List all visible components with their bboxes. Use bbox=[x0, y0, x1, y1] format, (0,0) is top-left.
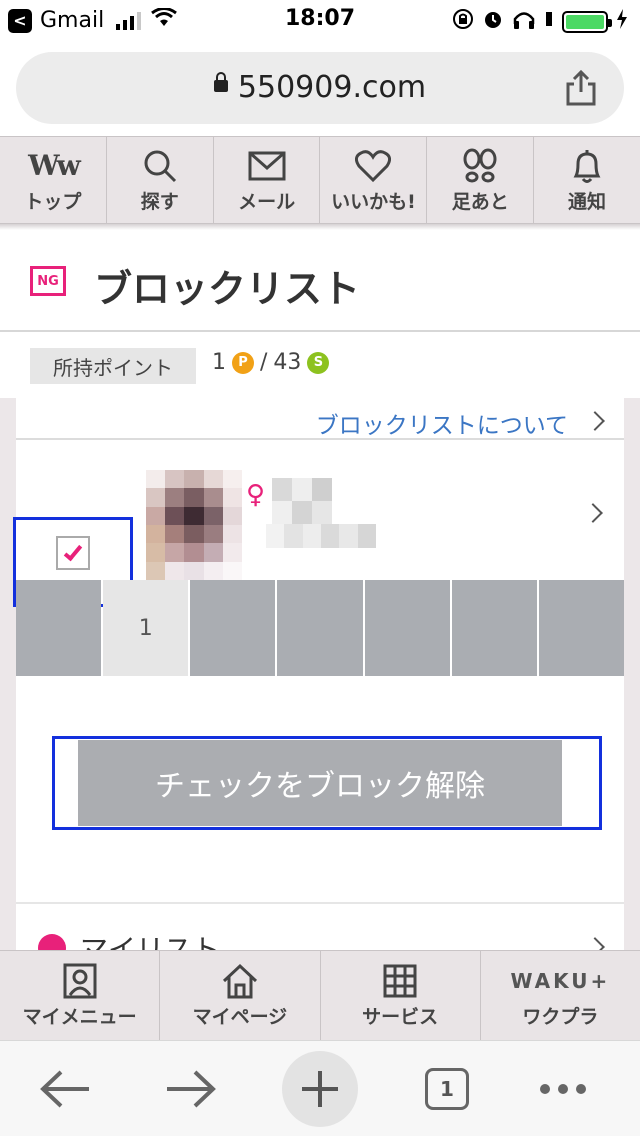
about-block-list-row[interactable]: ブロックリストについて bbox=[16, 400, 624, 440]
lightning-icon bbox=[616, 9, 628, 34]
tab-count: 1 bbox=[425, 1068, 469, 1110]
pager-cell-current[interactable]: 1 bbox=[103, 580, 189, 676]
bell-icon bbox=[571, 147, 603, 185]
pager-cell[interactable] bbox=[16, 580, 102, 676]
battery-icon bbox=[562, 10, 612, 33]
nav-wakupura[interactable]: WAKU+ ワクプラ bbox=[481, 951, 640, 1040]
page-header: NG ブロックリスト bbox=[0, 230, 640, 332]
nav-notifications[interactable]: 通知 bbox=[534, 137, 640, 223]
headphones-icon bbox=[512, 8, 536, 35]
top-nav: Ww トップ 探す メール いいかも! 足あと 通知 bbox=[0, 136, 640, 224]
user-info-blurred bbox=[266, 524, 376, 548]
pager-cell[interactable] bbox=[451, 580, 537, 676]
nav-footprints[interactable]: 足あと bbox=[427, 137, 535, 223]
pager-cell[interactable] bbox=[190, 580, 276, 676]
nav-top-label: トップ bbox=[24, 190, 82, 213]
site-bottom-nav: マイメニュー マイページ サービス WAKU+ ワクプラ bbox=[0, 950, 640, 1040]
heart-icon bbox=[355, 147, 392, 185]
lock-icon bbox=[213, 71, 228, 92]
search-icon bbox=[142, 147, 178, 185]
arrow-right-icon bbox=[167, 1070, 216, 1108]
s-points-value: 43 bbox=[273, 350, 302, 375]
browser-forward-button[interactable] bbox=[146, 1041, 236, 1137]
chevron-right-icon bbox=[585, 411, 605, 431]
person-card-icon bbox=[63, 962, 97, 1000]
rotation-lock-icon bbox=[452, 8, 474, 35]
plus-icon bbox=[282, 1051, 358, 1127]
female-icon: ♀ bbox=[246, 480, 266, 510]
button-highlight-box bbox=[52, 736, 602, 830]
mylist-dot-icon bbox=[38, 934, 66, 950]
browser-toolbar: 1 bbox=[0, 1040, 640, 1136]
url-bar[interactable]: 550909.com bbox=[16, 52, 624, 124]
user-avatar bbox=[146, 470, 242, 580]
about-block-list-link[interactable]: ブロックリストについて bbox=[316, 406, 568, 440]
more-icon bbox=[540, 1084, 586, 1094]
footprints-icon bbox=[462, 147, 498, 185]
nav-my-menu-label: マイメニュー bbox=[22, 1006, 137, 1028]
chevron-right-icon bbox=[583, 503, 603, 523]
user-name-blurred bbox=[272, 478, 332, 524]
nav-notifications-label: 通知 bbox=[568, 190, 607, 213]
points-separator: / bbox=[260, 350, 268, 375]
nav-services-label: サービス bbox=[362, 1006, 439, 1028]
ww-logo-icon: Ww bbox=[28, 149, 81, 182]
url-text: 550909.com bbox=[237, 70, 427, 105]
waku-logo: WAKU+ bbox=[510, 969, 611, 993]
mylist-label: マイリスト bbox=[80, 933, 221, 950]
nav-my-menu[interactable]: マイメニュー bbox=[0, 951, 161, 1040]
nav-likes[interactable]: いいかも! bbox=[320, 137, 428, 223]
s-coin-icon: S bbox=[307, 351, 330, 374]
browser-new-tab-button[interactable] bbox=[282, 1041, 358, 1137]
alarm-icon bbox=[482, 8, 504, 35]
nav-my-page-label: マイページ bbox=[192, 1006, 288, 1028]
charging-icon bbox=[544, 9, 554, 34]
nav-top[interactable]: Ww トップ bbox=[0, 137, 107, 223]
browser-url-area: 550909.com bbox=[0, 40, 640, 136]
nav-likes-label: いいかも! bbox=[331, 190, 416, 213]
share-icon[interactable] bbox=[564, 70, 598, 106]
nav-footprints-label: 足あと bbox=[451, 190, 509, 213]
mylist-row[interactable]: マイリスト bbox=[16, 902, 624, 950]
browser-more-button[interactable] bbox=[518, 1041, 608, 1137]
page-title: ブロックリスト bbox=[94, 267, 361, 311]
nav-search-label: 探す bbox=[140, 190, 179, 213]
chevron-right-icon bbox=[585, 937, 605, 950]
arrow-left-icon bbox=[40, 1070, 89, 1108]
browser-tabs-button[interactable]: 1 bbox=[402, 1041, 492, 1137]
url-display[interactable]: 550909.com bbox=[16, 70, 624, 105]
nav-mail[interactable]: メール bbox=[214, 137, 321, 223]
status-icons bbox=[452, 8, 628, 35]
points-value: 1 P / 43 S bbox=[212, 350, 330, 375]
pager-cell[interactable] bbox=[364, 580, 450, 676]
mail-icon bbox=[248, 147, 286, 185]
points-label: 所持ポイント bbox=[30, 348, 196, 384]
pager-cell[interactable] bbox=[277, 580, 363, 676]
nav-mail-label: メール bbox=[238, 190, 296, 213]
points-row: 所持ポイント 1 P / 43 S bbox=[0, 334, 640, 398]
nav-search[interactable]: 探す bbox=[107, 137, 214, 223]
p-coin-icon: P bbox=[232, 351, 254, 374]
browser-back-button[interactable] bbox=[20, 1041, 110, 1137]
home-icon bbox=[221, 962, 259, 1000]
ng-badge-icon: NG bbox=[30, 266, 66, 296]
p-points-value: 1 bbox=[212, 350, 226, 375]
pager: 1 bbox=[16, 580, 624, 676]
nav-my-page[interactable]: マイページ bbox=[160, 951, 321, 1040]
nav-wakupura-label: ワクプラ bbox=[522, 1006, 599, 1028]
pager-cell[interactable] bbox=[538, 580, 624, 676]
nav-services[interactable]: サービス bbox=[321, 951, 481, 1040]
status-bar: < Gmail 18:07 bbox=[0, 0, 640, 40]
grid-icon bbox=[383, 962, 417, 1000]
